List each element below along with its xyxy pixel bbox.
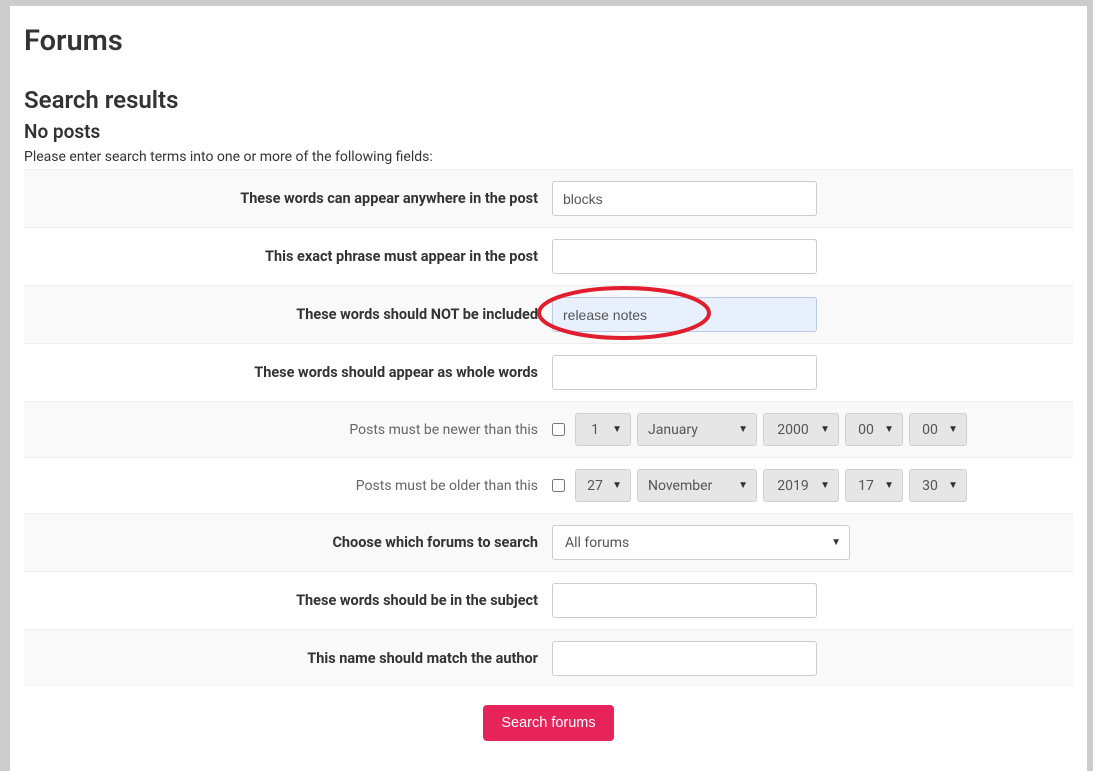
select-newer-month[interactable]: January▼ — [637, 413, 757, 446]
select-newer-year[interactable]: 2000▼ — [763, 413, 839, 446]
row-older-than: Posts must be older than this 27▼ Novemb… — [24, 457, 1073, 513]
select-older-month[interactable]: November▼ — [637, 469, 757, 502]
row-subject: These words should be in the subject — [24, 571, 1073, 629]
row-newer-than: Posts must be newer than this 1▼ January… — [24, 401, 1073, 457]
label-whole-words: These words should appear as whole words — [32, 364, 552, 381]
row-whole-words: These words should appear as whole words — [24, 343, 1073, 401]
select-older-hour[interactable]: 17▼ — [845, 469, 903, 502]
select-older-minute[interactable]: 30▼ — [909, 469, 967, 502]
select-forum[interactable]: All forums▼ — [552, 525, 850, 560]
select-newer-hour[interactable]: 00▼ — [845, 413, 903, 446]
label-author: This name should match the author — [32, 650, 552, 667]
search-hint: Please enter search terms into one or mo… — [24, 149, 1073, 165]
label-exact: This exact phrase must appear in the pos… — [32, 248, 552, 265]
search-forums-button[interactable]: Search forums — [483, 705, 613, 741]
submit-row: Search forums — [24, 687, 1073, 741]
forum-search-page: Forums Search results No posts Please en… — [10, 6, 1087, 771]
select-older-year[interactable]: 2019▼ — [763, 469, 839, 502]
row-exact: This exact phrase must appear in the pos… — [24, 227, 1073, 285]
label-choose-forums: Choose which forums to search — [32, 534, 552, 551]
input-exact[interactable] — [552, 239, 817, 274]
label-subject: These words should be in the subject — [32, 592, 552, 609]
input-author[interactable] — [552, 641, 817, 676]
input-not-included[interactable] — [552, 297, 817, 332]
input-anywhere[interactable] — [552, 181, 817, 216]
label-anywhere: These words can appear anywhere in the p… — [32, 190, 552, 207]
input-subject[interactable] — [552, 583, 817, 618]
input-whole-words[interactable] — [552, 355, 817, 390]
page-title: Forums — [24, 24, 1073, 58]
select-older-day[interactable]: 27▼ — [575, 469, 631, 502]
section-title: Search results — [24, 86, 1073, 114]
row-choose-forums: Choose which forums to search All forums… — [24, 513, 1073, 571]
select-newer-day[interactable]: 1▼ — [575, 413, 631, 446]
row-author: This name should match the author — [24, 629, 1073, 687]
checkbox-newer-enable[interactable] — [552, 423, 565, 436]
label-newer-than: Posts must be newer than this — [32, 422, 552, 438]
select-newer-minute[interactable]: 00▼ — [909, 413, 967, 446]
result-status: No posts — [24, 120, 1073, 143]
label-not-included: These words should NOT be included — [32, 306, 552, 323]
label-older-than: Posts must be older than this — [32, 478, 552, 494]
row-anywhere: These words can appear anywhere in the p… — [24, 169, 1073, 227]
checkbox-older-enable[interactable] — [552, 479, 565, 492]
row-not-included: These words should NOT be included — [24, 285, 1073, 343]
